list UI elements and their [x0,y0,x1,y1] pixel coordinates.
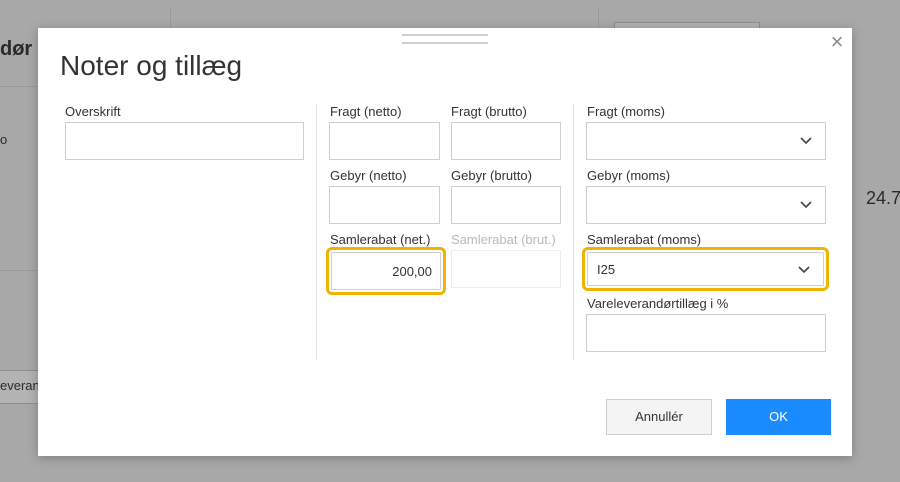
chevron-down-icon [800,201,812,209]
column-divider [573,104,574,360]
overskrift-input[interactable] [65,122,304,160]
gebyr-brutto-label: Gebyr (brutto) [451,168,532,183]
bg-text-fragment: dør [0,38,33,60]
gebyr-netto-label: Gebyr (netto) [330,168,407,183]
samlerabat-moms-select[interactable]: I25 [582,247,829,291]
fragt-moms-label: Fragt (moms) [587,104,665,119]
bg-divider [598,8,599,28]
bg-divider [0,270,38,271]
vareleverandor-input[interactable] [586,314,826,352]
vareleverandor-label: Vareleverandørtillæg i % [587,296,729,311]
fragt-brutto-label: Fragt (brutto) [451,104,527,119]
bg-text-fragment: o [0,132,8,147]
column-divider [316,104,317,360]
close-button[interactable]: × [826,31,848,54]
bg-text-fragment: 24.7 [866,188,900,208]
samlerabat-moms-value: I25 [597,262,616,277]
fragt-netto-input[interactable] [329,122,440,160]
chevron-down-icon [798,266,810,274]
samlerabat-net-label: Samlerabat (net.) [330,232,431,247]
ok-button[interactable]: OK [726,399,831,435]
gebyr-moms-label: Gebyr (moms) [587,168,671,183]
cancel-button[interactable]: Annullér [606,399,712,435]
bg-divider [170,8,171,28]
dialog-title: Noter og tillæg [60,50,243,81]
gebyr-brutto-input[interactable] [451,186,561,224]
samlerabat-net-input[interactable] [326,247,446,295]
bg-divider [0,86,38,87]
fragt-moms-select[interactable] [586,122,826,160]
gebyr-netto-input[interactable] [329,186,440,224]
drag-handle[interactable] [402,34,488,44]
notes-dialog: × Noter og tillæg Overskrift Fragt (nett… [38,28,852,456]
gebyr-moms-select[interactable] [586,186,826,224]
samlerabat-moms-label: Samlerabat (moms) [587,232,702,247]
overskrift-label: Overskrift [65,104,121,119]
samlerabat-brut-label: Samlerabat (brut.) [451,232,556,247]
fragt-brutto-input[interactable] [451,122,561,160]
samlerabat-brut-input [451,250,561,288]
fragt-netto-label: Fragt (netto) [330,104,402,119]
chevron-down-icon [800,137,812,145]
